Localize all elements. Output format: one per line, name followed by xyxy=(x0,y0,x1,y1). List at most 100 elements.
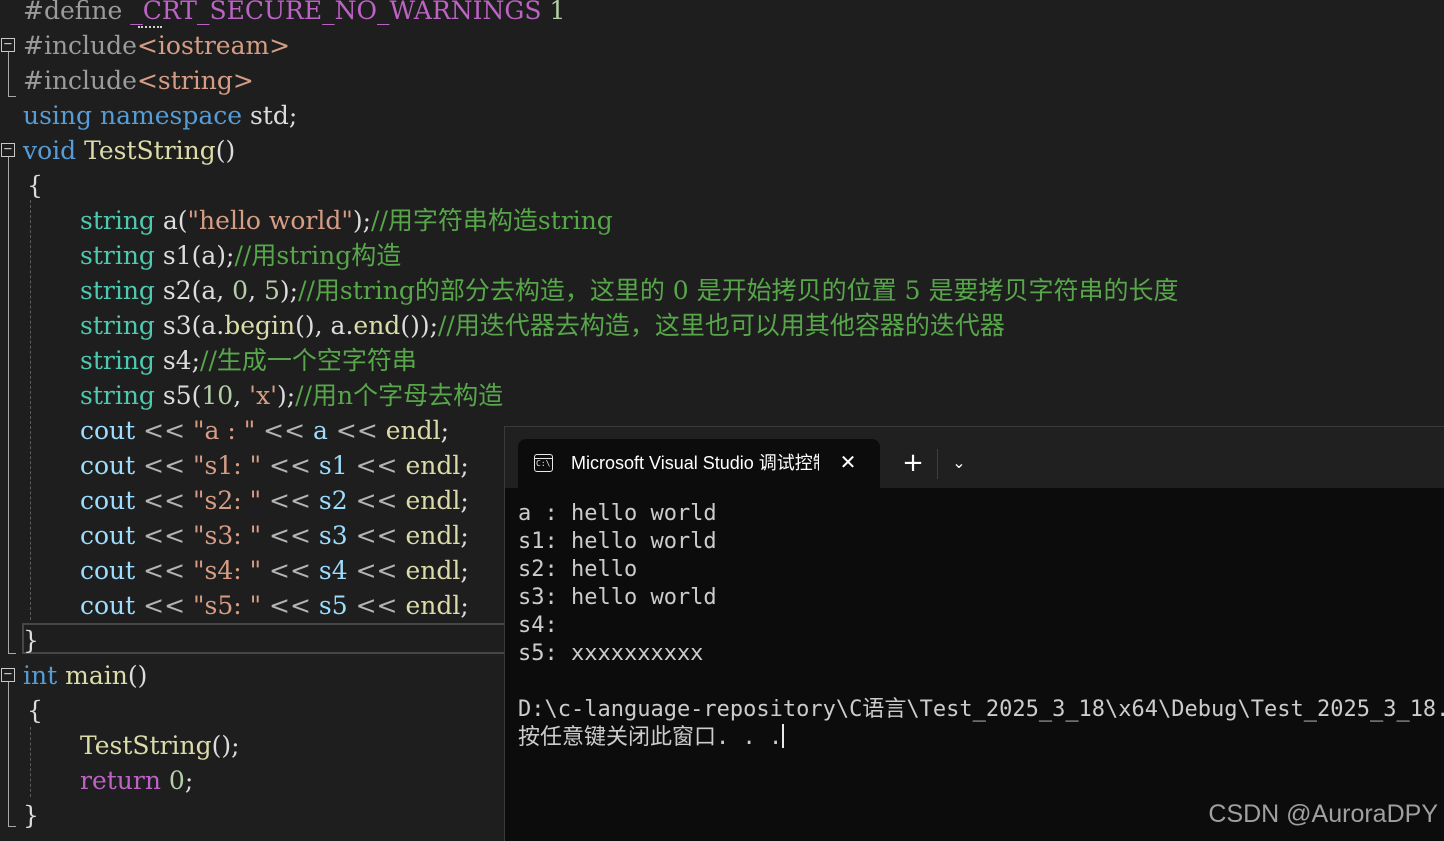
code-token: () xyxy=(127,661,148,690)
code-token: main xyxy=(65,661,128,690)
code-line-text: string s3(a.begin(), a.end());//用迭代器去构造，… xyxy=(80,308,1005,343)
code-token: s2(a, xyxy=(154,276,233,305)
code-token: ; xyxy=(460,521,469,550)
code-token: s3(a. xyxy=(154,311,225,340)
code-line-text: using namespace std; xyxy=(23,98,297,133)
code-token: "s5: " xyxy=(193,591,262,620)
console-output-line: D:\c-language-repository\C语言\Test_2025_3… xyxy=(518,697,1444,722)
code-line-text: { xyxy=(27,168,43,203)
code-token: string xyxy=(80,241,155,270)
code-token: << xyxy=(261,521,319,550)
code-token: ; xyxy=(184,766,194,795)
code-token: namespace xyxy=(99,101,243,130)
code-token: <string> xyxy=(136,66,254,95)
code-token: << xyxy=(347,556,406,585)
fold-toggle-teststring[interactable]: − xyxy=(1,142,15,157)
code-token: TestString xyxy=(84,136,216,165)
code-token: << xyxy=(135,416,193,445)
code-token: <iostream> xyxy=(136,31,291,60)
code-token: "hello world" xyxy=(187,206,353,235)
code-token: "s2: " xyxy=(193,486,262,515)
code-token: { xyxy=(27,171,43,200)
console-output-line: s4: xyxy=(518,613,558,638)
code-token: << xyxy=(347,486,406,515)
chevron-down-icon[interactable]: ⌄ xyxy=(947,451,971,475)
code-token: "s1: " xyxy=(193,451,262,480)
code-token: << xyxy=(135,521,193,550)
code-token: { xyxy=(27,696,43,725)
console-tab[interactable]: C:\ Microsoft Visual Studio 调试控制台 ✕ xyxy=(518,439,880,488)
code-token: 1 xyxy=(541,0,566,25)
code-token: << xyxy=(261,591,319,620)
code-token: , xyxy=(233,381,250,410)
fold-toggle-main[interactable]: − xyxy=(1,667,15,682)
code-token: cout xyxy=(80,486,136,515)
code-token: //用字符串构造string xyxy=(371,206,613,235)
code-token: begin xyxy=(224,311,296,340)
fold-scope-includes xyxy=(8,52,9,96)
code-token: endl xyxy=(405,521,461,550)
code-token: << xyxy=(347,521,406,550)
code-line-text: string s2(a, 0, 5);//用string的部分去构造，这里的 0… xyxy=(80,273,1178,308)
code-token: << xyxy=(327,416,386,445)
console-output-line: 按任意键关闭此窗口. . . xyxy=(518,724,785,750)
close-icon[interactable]: ✕ xyxy=(836,449,860,475)
code-token: using xyxy=(23,101,93,130)
code-token: ); xyxy=(276,381,296,410)
fold-scope-end xyxy=(8,826,16,827)
code-line-text: { xyxy=(27,693,43,728)
code-token: 10 xyxy=(201,381,234,410)
current-line-highlight xyxy=(22,623,506,654)
console-output-line: s2: hello xyxy=(518,557,638,582)
console-output-line: a : hello world xyxy=(518,501,717,526)
code-token: "s4: " xyxy=(193,556,262,585)
code-token: << xyxy=(347,591,406,620)
code-token: << xyxy=(135,591,193,620)
fold-toggle-includes[interactable]: − xyxy=(1,37,15,52)
code-token: //用n个字母去构造 xyxy=(295,381,504,410)
code-token: s3 xyxy=(318,521,348,550)
code-token: cout xyxy=(80,556,136,585)
code-token: cout xyxy=(80,451,136,480)
fold-scope-end xyxy=(8,653,16,654)
code-token: ; xyxy=(460,486,469,515)
text-cursor xyxy=(782,724,785,748)
fold-scope-main xyxy=(8,682,9,826)
code-line-text: cout << "s3: " << s3 << endl; xyxy=(80,518,469,553)
code-line-text: cout << "s5: " << s5 << endl; xyxy=(80,588,469,623)
code-token: std; xyxy=(242,101,298,130)
code-line-text: cout << "a : " << a << endl; xyxy=(80,413,449,448)
code-token: << xyxy=(261,451,319,480)
code-token: () xyxy=(215,136,236,165)
code-token: TestString xyxy=(80,731,212,760)
code-line-text: } xyxy=(23,623,39,658)
code-token: ; xyxy=(460,556,469,585)
code-token: ()); xyxy=(400,311,438,340)
code-token: #define xyxy=(23,0,131,25)
code-line-text: #include<string> xyxy=(23,63,254,98)
tab-title: Microsoft Visual Studio 调试控制台 xyxy=(571,453,819,473)
code-line-text: } xyxy=(23,798,39,833)
code-token: ; xyxy=(460,451,469,480)
code-token: int xyxy=(23,661,58,690)
code-token: endl xyxy=(385,416,441,445)
code-token: s1 xyxy=(318,451,348,480)
terminal-tab-bar: C:\ Microsoft Visual Studio 调试控制台 ✕ + ⌄ xyxy=(505,427,1444,488)
new-tab-button[interactable]: + xyxy=(901,447,925,479)
code-token: ); xyxy=(279,276,299,305)
code-token: << xyxy=(261,556,319,585)
code-line-text: string s5(10, 'x');//用n个字母去构造 xyxy=(80,378,503,413)
code-token: #include xyxy=(23,66,137,95)
code-token: cout xyxy=(80,416,136,445)
code-token: string xyxy=(80,346,155,375)
console-icon: C:\ xyxy=(534,454,553,472)
debug-console-window[interactable]: C:\ Microsoft Visual Studio 调试控制台 ✕ + ⌄ … xyxy=(504,426,1444,841)
code-token: << xyxy=(135,486,193,515)
code-line-text: cout << "s2: " << s2 << endl; xyxy=(80,483,469,518)
code-token: << xyxy=(135,451,193,480)
code-token: endl xyxy=(405,451,461,480)
fold-scope-teststring xyxy=(8,157,9,653)
